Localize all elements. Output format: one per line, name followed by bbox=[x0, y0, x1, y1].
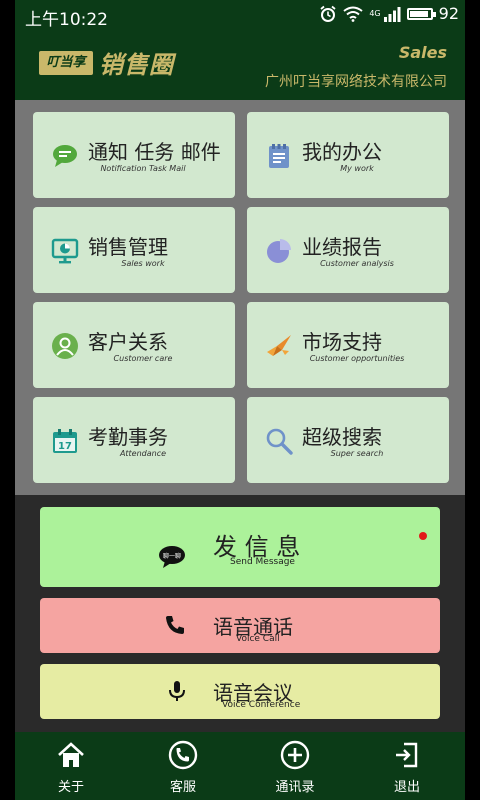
status-bar: 上午10:22 4G 92 bbox=[15, 0, 465, 30]
tile-label: 考勤事务 bbox=[88, 425, 168, 449]
menu-grid: 通知 任务 邮件 Notification Task Mail 我的办公 My … bbox=[15, 100, 465, 495]
nav-about[interactable]: 关于 bbox=[15, 732, 127, 800]
send-message-button[interactable]: 聊一聊 发 信 息 Send Message bbox=[40, 507, 440, 587]
user-circle-icon bbox=[52, 333, 78, 359]
tile-sublabel: Customer analysis bbox=[320, 259, 394, 268]
calendar-icon: 17 bbox=[53, 429, 77, 453]
tile-label: 超级搜索 bbox=[302, 425, 382, 449]
bubble-text: 聊一聊 bbox=[163, 552, 181, 560]
wifi-icon bbox=[343, 6, 363, 22]
chat-bubble-icon bbox=[53, 145, 77, 167]
network-type: 4G bbox=[369, 9, 381, 18]
svg-text:17: 17 bbox=[58, 441, 72, 452]
origami-crane-icon bbox=[267, 335, 291, 356]
voice-conference-button[interactable]: 语音会议 Voice Conference bbox=[40, 664, 440, 719]
menu-tile-sales-management[interactable]: 销售管理 Sales work bbox=[33, 207, 235, 293]
tile-sublabel: Super search bbox=[330, 449, 384, 458]
nav-exit[interactable]: 退出 bbox=[351, 732, 463, 800]
menu-tile-market-support[interactable]: 市场支持 Customer opportunities bbox=[247, 302, 449, 388]
menu-tile-super-search[interactable]: 超级搜索 Super search bbox=[247, 397, 449, 483]
tile-label: 销售管理 bbox=[88, 235, 168, 259]
tile-label: 业绩报告 bbox=[302, 235, 382, 259]
nav-contacts[interactable]: 通讯录 bbox=[239, 732, 351, 800]
pie-chart-icon bbox=[267, 239, 291, 263]
app-header: 叮当享 销售圈 Sales 广州叮当享网络技术有限公司 bbox=[15, 30, 465, 100]
menu-tile-attendance[interactable]: 17 考勤事务 Attendance bbox=[33, 397, 235, 483]
nav-customer-service[interactable]: 客服 bbox=[127, 732, 239, 800]
home-icon bbox=[58, 742, 84, 767]
nav-label: 通讯录 bbox=[275, 780, 315, 795]
plus-circle-icon bbox=[280, 740, 310, 770]
action-panel: 聊一聊 发 信 息 Send Message 语音通话 Voice Call 语… bbox=[15, 495, 465, 732]
alarm-icon bbox=[320, 5, 336, 22]
menu-tile-my-work[interactable]: 我的办公 My work bbox=[247, 112, 449, 198]
tile-label: 市场支持 bbox=[302, 330, 382, 354]
signal-icon bbox=[383, 6, 401, 22]
phone-icon bbox=[166, 616, 184, 634]
message-bubble-icon: 聊一聊 bbox=[159, 546, 185, 568]
nav-label: 客服 bbox=[169, 780, 196, 795]
tile-label: 客户关系 bbox=[88, 330, 168, 354]
nav-label: 关于 bbox=[57, 780, 84, 795]
status-icons: 4G 92 bbox=[319, 4, 459, 23]
nav-label: 退出 bbox=[393, 780, 420, 795]
voice-conference-sublabel: Voice Conference bbox=[222, 700, 301, 710]
tile-sublabel: Notification Task Mail bbox=[100, 164, 186, 173]
search-icon bbox=[266, 428, 293, 455]
tile-sublabel: Customer care bbox=[113, 354, 173, 363]
phone-circle-icon bbox=[168, 740, 198, 770]
battery-percent: 92 bbox=[438, 4, 459, 23]
status-time: 上午10:22 bbox=[25, 10, 108, 30]
monitor-chart-icon bbox=[51, 238, 79, 264]
tile-label: 通知 任务 邮件 bbox=[88, 140, 221, 164]
tile-sublabel: Attendance bbox=[119, 449, 167, 458]
bottom-nav: 关于 客服 通讯录 退出 bbox=[15, 732, 465, 800]
app-name: 销售圈 bbox=[99, 51, 174, 79]
microphone-icon bbox=[169, 681, 185, 701]
send-message-sublabel: Send Message bbox=[230, 557, 295, 567]
app-screen: 上午10:22 4G 92 叮当享 销售圈 Sales 广州叮当享网络技术有限公… bbox=[15, 0, 465, 800]
menu-tile-notifications[interactable]: 通知 任务 邮件 Notification Task Mail bbox=[33, 112, 235, 198]
brand-logo: 叮当享 bbox=[39, 51, 93, 75]
tile-sublabel: My work bbox=[340, 164, 374, 173]
exit-icon bbox=[396, 742, 418, 768]
voice-call-sublabel: Voice Call bbox=[236, 634, 280, 644]
menu-tile-customer-relations[interactable]: 客户关系 Customer care bbox=[33, 302, 235, 388]
tile-sublabel: Sales work bbox=[121, 259, 165, 268]
tile-sublabel: Customer opportunities bbox=[309, 354, 405, 363]
header-tagline: Sales bbox=[398, 43, 447, 62]
battery-icon bbox=[406, 7, 436, 20]
menu-tile-performance-report[interactable]: 业绩报告 Customer analysis bbox=[247, 207, 449, 293]
tile-label: 我的办公 bbox=[302, 140, 382, 164]
notepad-icon bbox=[269, 144, 289, 168]
unread-indicator bbox=[419, 532, 427, 540]
voice-call-button[interactable]: 语音通话 Voice Call bbox=[40, 598, 440, 653]
company-name: 广州叮当享网络技术有限公司 bbox=[265, 74, 447, 90]
